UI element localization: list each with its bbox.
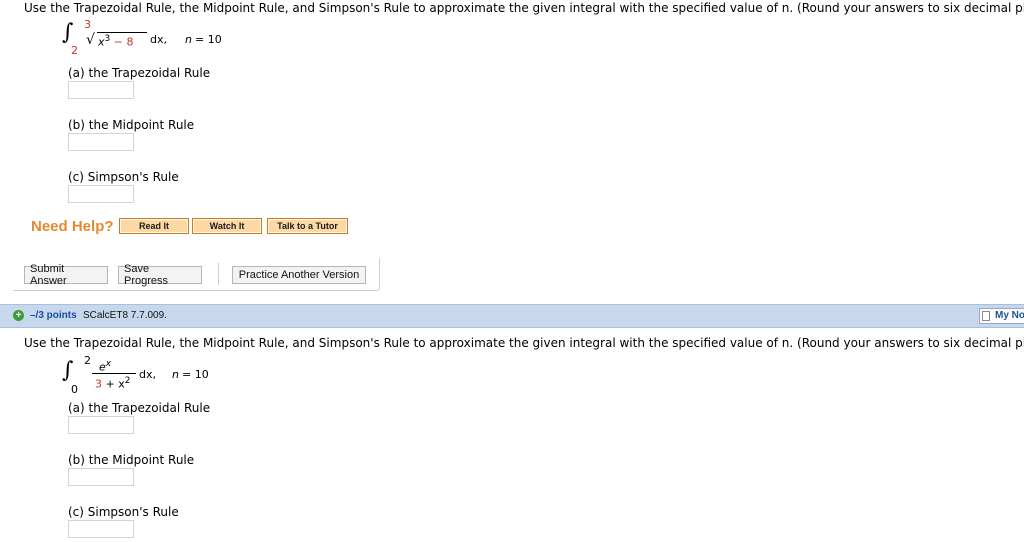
q2-trapezoidal-input[interactable] xyxy=(68,416,134,434)
save-progress-button[interactable]: Save Progress xyxy=(118,263,202,287)
fraction-bar xyxy=(92,373,136,374)
q1-simpson-input[interactable] xyxy=(68,185,134,203)
expand-plus-icon[interactable]: + xyxy=(13,310,24,321)
talk-to-tutor-label: Talk to a Tutor xyxy=(268,219,347,233)
q2-upper-limit: 2 xyxy=(84,354,91,367)
q1-radicand-exp: 3 xyxy=(104,34,111,44)
q2-n-label: n xyxy=(172,368,179,381)
q2-instructions: Use the Trapezoidal Rule, the Midpoint R… xyxy=(24,336,1024,350)
q1-instructions: Use the Trapezoidal Rule, the Midpoint R… xyxy=(24,1,1024,15)
q1-integral: ∫ 3 2 √ x3 − 8 dx, n = 10 xyxy=(62,18,262,58)
read-it-button[interactable]: Read It xyxy=(119,218,189,234)
practice-another-version-button[interactable]: Practice Another Version xyxy=(232,266,366,284)
q1-dx: dx, xyxy=(150,33,167,46)
read-it-label: Read It xyxy=(120,219,188,233)
q2-den-rest: + x xyxy=(105,377,125,391)
q1-trapezoidal-input[interactable] xyxy=(68,81,134,99)
q1-part-b-label: (b) the Midpoint Rule xyxy=(68,118,195,132)
q2-part-a-label: (a) the Trapezoidal Rule xyxy=(68,401,211,415)
q2-integral: ∫ 2 0 ex 3 + x2 dx, n = 10 xyxy=(62,354,262,398)
q2-points: –/3 points xyxy=(30,310,77,321)
q2-problem-code: SCalcET8 7.7.009. xyxy=(83,310,167,321)
q2-part-c-label: (c) Simpson's Rule xyxy=(68,505,179,519)
q1-radicand-rest: − 8 xyxy=(113,35,134,49)
q2-num-base: e xyxy=(99,360,106,374)
q2-header-bar: + –/3 points SCalcET8 7.7.009. My No xyxy=(0,304,1024,328)
integral-sign-icon: ∫ xyxy=(62,358,74,383)
integral-sign-icon: ∫ xyxy=(62,20,74,45)
need-help-label: Need Help? xyxy=(31,218,114,235)
q2-den-const: 3 xyxy=(95,377,102,391)
q2-part-b-label: (b) the Midpoint Rule xyxy=(68,453,195,467)
q1-part-a-label: (a) the Trapezoidal Rule xyxy=(68,66,211,80)
q2-denominator: 3 + x2 xyxy=(95,376,130,391)
q2-simpson-input[interactable] xyxy=(68,520,134,538)
q2-den-exp: 2 xyxy=(124,376,131,386)
submit-answer-button[interactable]: Submit Answer xyxy=(24,263,108,287)
q2-numerator: ex xyxy=(99,359,111,374)
q1-midpoint-input[interactable] xyxy=(68,133,134,151)
q1-part-c-label: (c) Simpson's Rule xyxy=(68,170,179,184)
q2-num-exp: x xyxy=(105,359,112,369)
my-notes-label: My No xyxy=(995,310,1024,321)
q1-radicand: x3 − 8 xyxy=(98,34,133,49)
my-notes-button[interactable]: My No xyxy=(979,308,1024,324)
talk-to-tutor-button[interactable]: Talk to a Tutor xyxy=(267,218,348,234)
q2-lower-limit: 0 xyxy=(71,383,78,396)
watch-it-button[interactable]: Watch It xyxy=(192,218,262,234)
q1-n-label: n xyxy=(185,33,192,46)
sqrt-bar xyxy=(97,32,147,33)
q1-n-value: = 10 xyxy=(195,33,222,46)
sqrt-icon: √ xyxy=(86,32,95,48)
notes-icon xyxy=(982,311,990,321)
watch-it-label: Watch It xyxy=(193,219,261,233)
q2-n-value: = 10 xyxy=(182,368,209,381)
q1-lower-limit: 2 xyxy=(71,44,78,57)
q2-dx: dx, xyxy=(139,368,156,381)
q1-upper-limit: 3 xyxy=(84,18,91,31)
actions-divider xyxy=(218,263,219,285)
q2-midpoint-input[interactable] xyxy=(68,468,134,486)
